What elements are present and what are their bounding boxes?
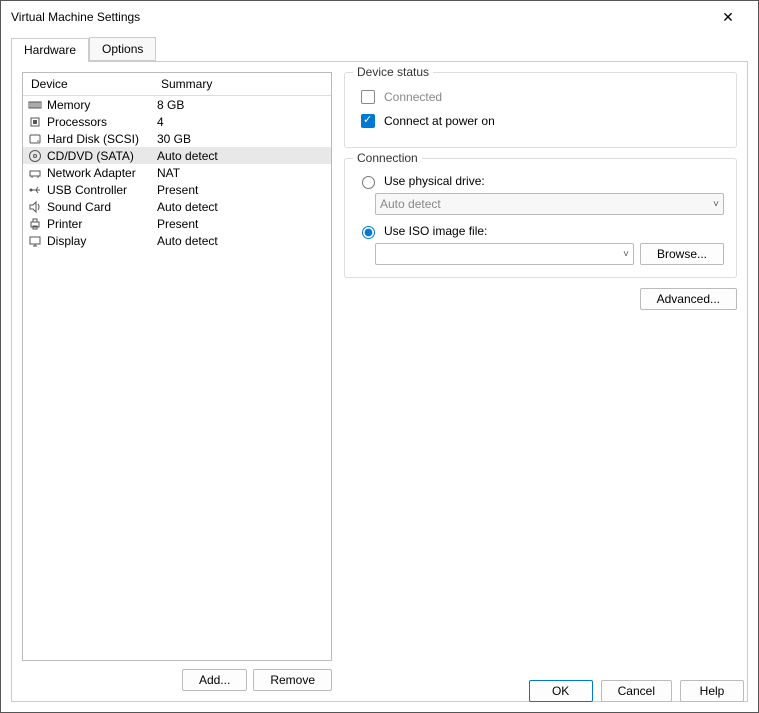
- device-name: CD/DVD (SATA): [47, 149, 157, 163]
- device-row-hdd[interactable]: Hard Disk (SCSI)30 GB: [23, 130, 331, 147]
- device-name: USB Controller: [47, 183, 157, 197]
- tab-strip: Hardware Options: [1, 37, 758, 61]
- close-icon[interactable]: ✕: [708, 9, 748, 26]
- use-iso-radio[interactable]: [362, 226, 375, 239]
- display-icon: [27, 234, 43, 248]
- memory-icon: [27, 98, 43, 112]
- connected-label: Connected: [384, 90, 442, 104]
- printer-icon: [27, 217, 43, 231]
- dialog-buttons: OK Cancel Help: [529, 680, 744, 702]
- cpu-icon: [27, 115, 43, 129]
- device-status-title: Device status: [353, 65, 433, 79]
- device-row-net[interactable]: Network AdapterNAT: [23, 164, 331, 181]
- device-summary: 8 GB: [157, 98, 327, 112]
- device-summary: NAT: [157, 166, 327, 180]
- device-list-header: Device Summary: [23, 73, 331, 96]
- physical-drive-value: Auto detect: [380, 197, 441, 211]
- use-physical-radio[interactable]: [362, 176, 375, 189]
- connected-checkbox: [361, 90, 375, 104]
- chevron-down-icon: ˅: [713, 199, 719, 210]
- tab-hardware[interactable]: Hardware: [11, 38, 89, 62]
- device-row-display[interactable]: DisplayAuto detect: [23, 232, 331, 249]
- device-name: Processors: [47, 115, 157, 129]
- device-name: Network Adapter: [47, 166, 157, 180]
- title-bar: Virtual Machine Settings ✕: [1, 1, 758, 33]
- device-summary: Auto detect: [157, 149, 327, 163]
- device-name: Printer: [47, 217, 157, 231]
- sound-icon: [27, 200, 43, 214]
- add-button[interactable]: Add...: [182, 669, 247, 691]
- iso-path-combo[interactable]: ˅: [375, 243, 634, 265]
- device-name: Hard Disk (SCSI): [47, 132, 157, 146]
- device-list[interactable]: Device Summary Memory8 GBProcessors4Hard…: [22, 72, 332, 661]
- chevron-down-icon: ˅: [623, 249, 629, 260]
- device-name: Memory: [47, 98, 157, 112]
- connection-title: Connection: [353, 151, 422, 165]
- col-header-summary: Summary: [153, 73, 331, 95]
- device-row-cpu[interactable]: Processors4: [23, 113, 331, 130]
- device-summary: 4: [157, 115, 327, 129]
- device-row-printer[interactable]: PrinterPresent: [23, 215, 331, 232]
- connection-group: Connection Use physical drive: Auto dete…: [344, 158, 737, 278]
- tab-body: Device Summary Memory8 GBProcessors4Hard…: [11, 61, 748, 702]
- tab-options[interactable]: Options: [89, 37, 156, 61]
- device-row-cd[interactable]: CD/DVD (SATA)Auto detect: [23, 147, 331, 164]
- window-title: Virtual Machine Settings: [11, 10, 708, 24]
- help-button[interactable]: Help: [680, 680, 744, 702]
- cancel-button[interactable]: Cancel: [601, 680, 672, 702]
- remove-button[interactable]: Remove: [253, 669, 332, 691]
- device-name: Display: [47, 234, 157, 248]
- device-row-memory[interactable]: Memory8 GB: [23, 96, 331, 113]
- device-name: Sound Card: [47, 200, 157, 214]
- left-pane: Device Summary Memory8 GBProcessors4Hard…: [22, 72, 332, 691]
- right-pane: Device status Connected Connect at power…: [344, 72, 737, 691]
- device-summary: Present: [157, 217, 327, 231]
- advanced-button[interactable]: Advanced...: [640, 288, 737, 310]
- device-summary: Present: [157, 183, 327, 197]
- use-physical-label: Use physical drive:: [384, 174, 485, 188]
- browse-button[interactable]: Browse...: [640, 243, 724, 265]
- device-status-group: Device status Connected Connect at power…: [344, 72, 737, 148]
- use-iso-label: Use ISO image file:: [384, 224, 487, 238]
- usb-icon: [27, 183, 43, 197]
- col-header-device: Device: [23, 73, 153, 95]
- device-row-sound[interactable]: Sound CardAuto detect: [23, 198, 331, 215]
- net-icon: [27, 166, 43, 180]
- device-summary: Auto detect: [157, 200, 327, 214]
- ok-button[interactable]: OK: [529, 680, 593, 702]
- device-summary: Auto detect: [157, 234, 327, 248]
- physical-drive-combo[interactable]: Auto detect ˅: [375, 193, 724, 215]
- device-summary: 30 GB: [157, 132, 327, 146]
- connect-poweron-checkbox[interactable]: [361, 114, 375, 128]
- connect-poweron-label: Connect at power on: [384, 114, 495, 128]
- device-row-usb[interactable]: USB ControllerPresent: [23, 181, 331, 198]
- cd-icon: [27, 149, 43, 163]
- hdd-icon: [27, 132, 43, 146]
